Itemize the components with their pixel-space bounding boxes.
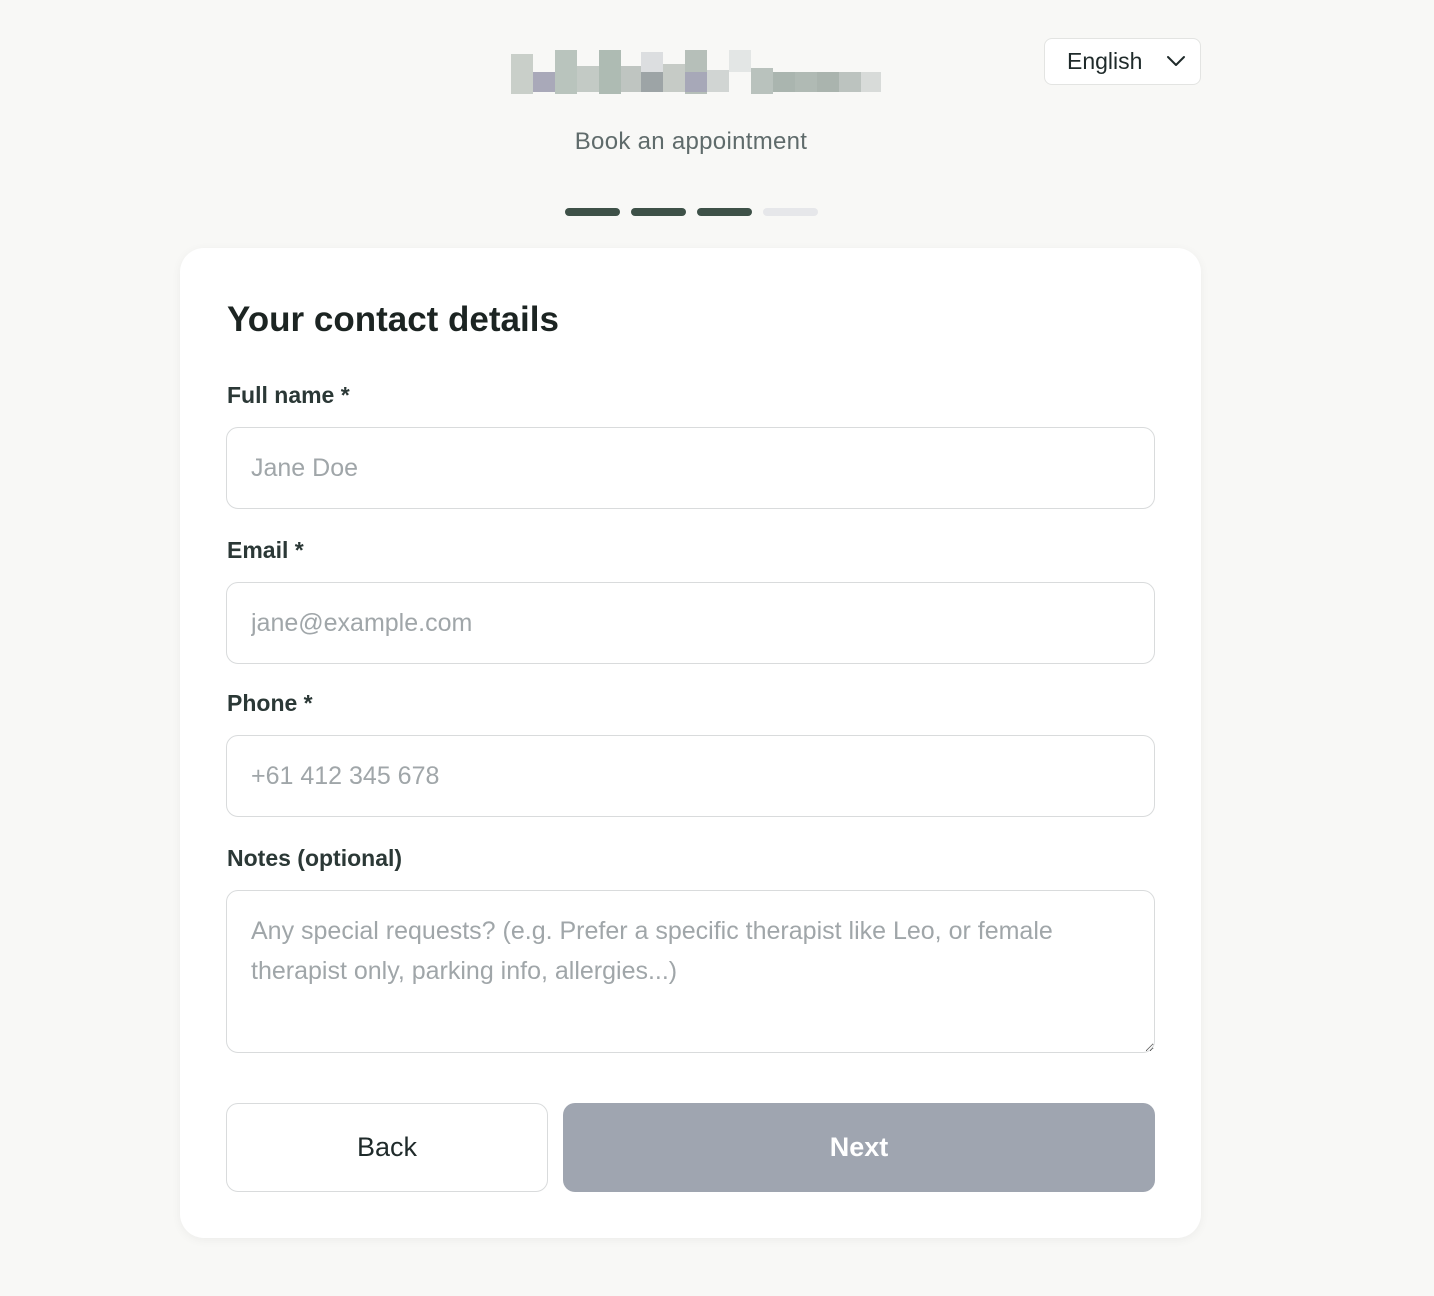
notes-textarea[interactable]	[226, 890, 1155, 1053]
progress-step-3	[697, 208, 752, 216]
progress-step-2	[631, 208, 686, 216]
notes-label: Notes (optional)	[227, 845, 403, 871]
phone-label: Phone *	[227, 690, 313, 716]
chevron-down-icon	[1167, 56, 1185, 66]
brand-logo	[505, 46, 885, 104]
email-label: Email *	[227, 537, 304, 563]
page-subtitle: Book an appointment	[574, 128, 808, 155]
booking-page: English Book an appointment Your contact…	[0, 0, 1434, 1296]
language-select-value: English	[1067, 48, 1143, 74]
progress-stepper	[565, 208, 818, 216]
full-name-label: Full name *	[227, 382, 350, 408]
progress-step-1	[565, 208, 620, 216]
email-input[interactable]	[226, 582, 1155, 664]
progress-step-4	[763, 208, 818, 216]
contact-details-card: Your contact details Full name * Email *…	[180, 248, 1201, 1238]
back-button[interactable]: Back	[226, 1103, 548, 1192]
next-button[interactable]: Next	[563, 1103, 1155, 1192]
full-name-input[interactable]	[226, 427, 1155, 509]
card-title: Your contact details	[227, 300, 559, 339]
language-select[interactable]: English	[1044, 38, 1201, 85]
phone-input[interactable]	[226, 735, 1155, 817]
